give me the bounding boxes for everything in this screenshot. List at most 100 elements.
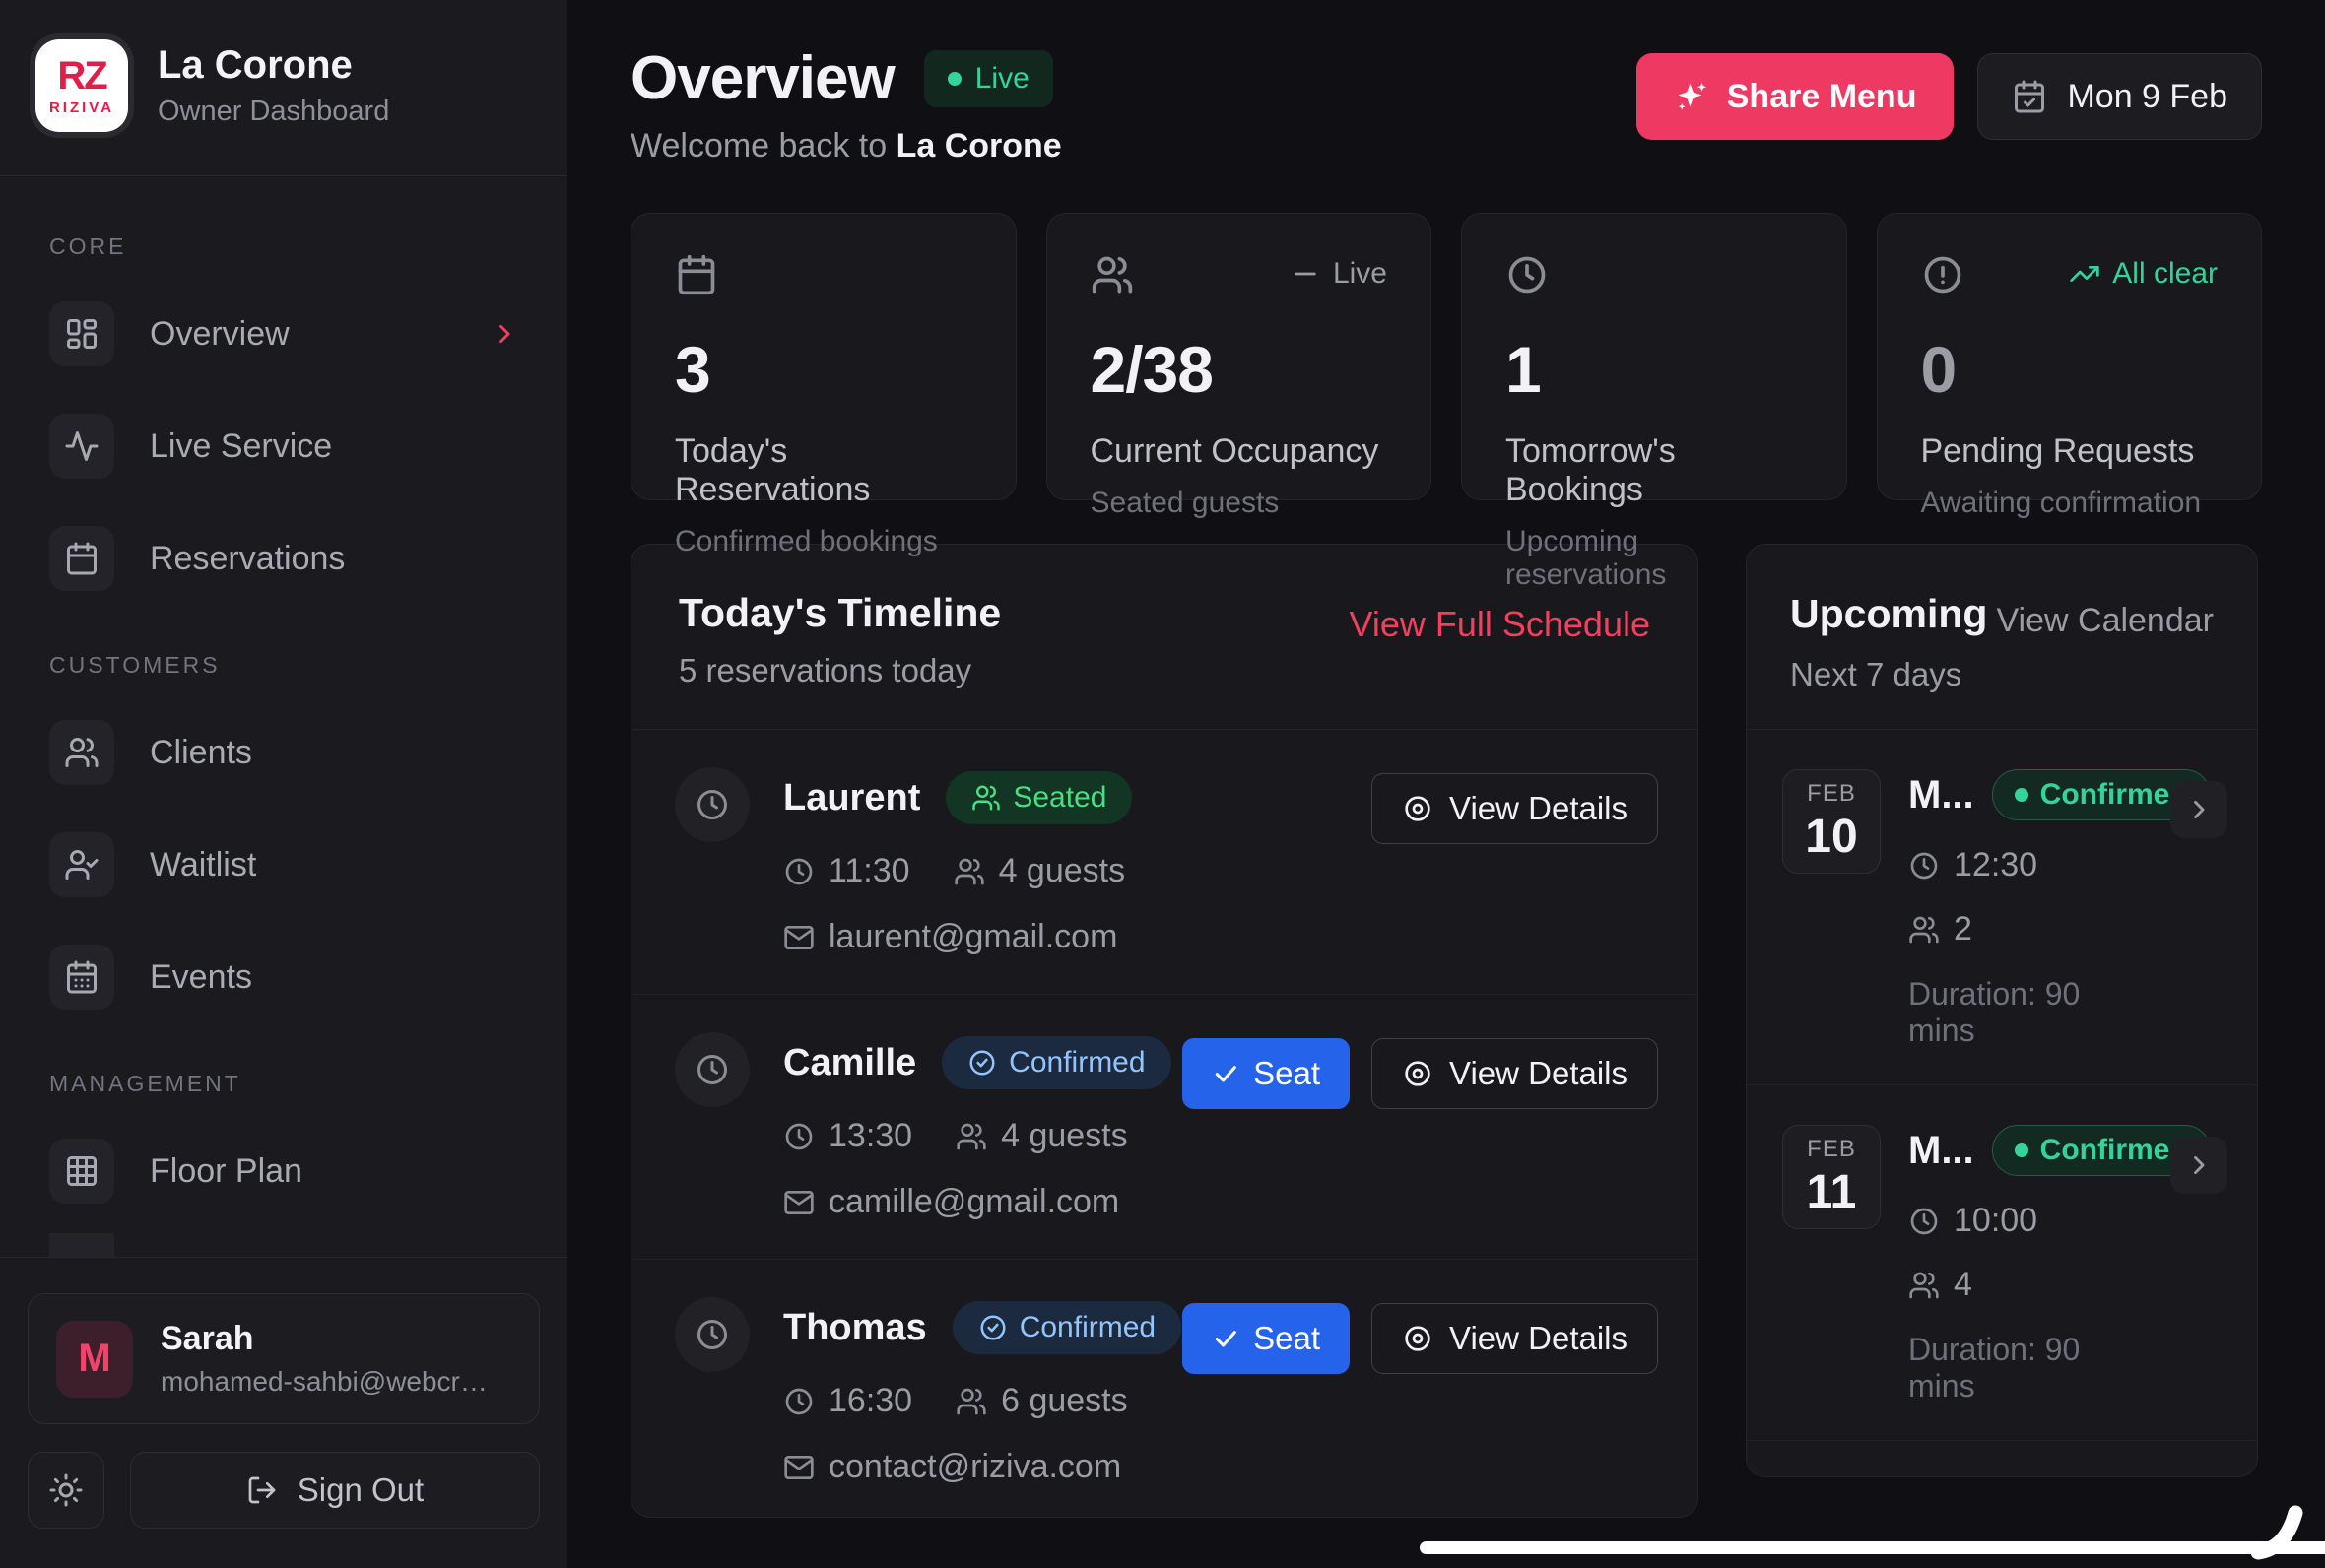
sidebar-item-clipped xyxy=(28,1233,540,1257)
calendar-days-icon xyxy=(64,959,100,995)
stat-card: 3 Today's Reservations Confirmed booking… xyxy=(631,213,1017,500)
date-day: 11 xyxy=(1807,1165,1857,1219)
sidebar-item[interactable]: Events xyxy=(28,927,540,1027)
sidebar-item-label: Live Service xyxy=(150,427,332,466)
alert-circle-icon xyxy=(1921,253,1964,296)
view-icon xyxy=(1402,1058,1433,1089)
entry-chevron-button[interactable] xyxy=(2170,781,2227,838)
stat-sublabel: Confirmed bookings xyxy=(675,525,972,558)
clock-icon xyxy=(1908,850,1940,882)
upcoming-entry: FEB 12 M... Confirmed xyxy=(1747,1441,2257,1477)
page-title: Overview xyxy=(631,43,895,113)
welcome-text: Welcome back to La Corone xyxy=(631,127,1062,165)
mail-icon xyxy=(783,1452,815,1483)
app-root: RZ RIZIVA La Corone Owner Dashboard CORE… xyxy=(0,0,2325,1568)
date-day: 10 xyxy=(1805,810,1857,864)
upcoming-entry: FEB 11 M... Confirmed xyxy=(1747,1085,2257,1441)
seat-button[interactable]: Seat xyxy=(1182,1038,1350,1109)
upcoming-entry: FEB 10 M... Confirmed xyxy=(1747,730,2257,1085)
section-label: CORE xyxy=(49,233,540,260)
stat-value: 1 xyxy=(1505,332,1803,407)
clock-icon xyxy=(695,787,730,822)
view-full-schedule-link[interactable]: View Full Schedule xyxy=(1349,604,1650,645)
sidebar-footer: M Sarah mohamed-sahbi@webcraftd... Sign … xyxy=(0,1257,567,1568)
stat-label: Tomorrow's Bookings xyxy=(1505,432,1803,509)
clock-icon xyxy=(1908,1206,1940,1237)
check-icon xyxy=(1212,1060,1239,1087)
users-icon xyxy=(956,1386,987,1417)
users-icon xyxy=(954,856,985,887)
guest-name: Camille xyxy=(783,1042,916,1084)
clock-icon xyxy=(695,1052,730,1087)
circle-check-icon xyxy=(978,1313,1008,1342)
booking-time: 10:00 xyxy=(1954,1202,2037,1240)
view-details-button[interactable]: View Details xyxy=(1371,773,1658,844)
booking-time: 12:30 xyxy=(1954,846,2037,884)
users-icon xyxy=(971,783,1001,813)
reservation-time: 11:30 xyxy=(829,852,910,890)
booking-duration: Duration: 90 mins xyxy=(1908,1332,2143,1405)
activity-icon xyxy=(64,428,100,464)
chevron-right-icon xyxy=(491,320,518,348)
horizontal-scrollbar[interactable] xyxy=(1420,1541,2325,1554)
stat-card: All clear 0 Pending Requests Awaiting co… xyxy=(1877,213,2263,500)
stat-tag: Live xyxy=(1290,257,1387,291)
booking-name: M... xyxy=(1908,773,1974,817)
date-picker-button[interactable]: Mon 9 Feb xyxy=(1977,53,2262,140)
calendar-icon xyxy=(64,541,100,576)
entry-chevron-button[interactable] xyxy=(2170,1137,2227,1194)
main-content: Overview Live Welcome back to La Corone … xyxy=(567,0,2325,1568)
view-icon xyxy=(1402,793,1433,824)
user-check-icon xyxy=(64,847,100,882)
live-dot-icon xyxy=(948,72,962,86)
date-month: FEB xyxy=(1807,780,1856,808)
nav-section-management: MANAGEMENT Floor Plan xyxy=(28,1071,540,1257)
sign-out-button[interactable]: Sign Out xyxy=(130,1452,540,1529)
sidebar-item[interactable]: Waitlist xyxy=(28,815,540,915)
logo-monogram: RZ xyxy=(57,56,105,96)
guest-email: camille@gmail.com xyxy=(829,1183,1119,1221)
guest-name: Thomas xyxy=(783,1307,927,1349)
timeline-subtitle: 5 reservations today xyxy=(679,652,1001,689)
reservation-time: 16:30 xyxy=(829,1382,912,1420)
timeline-row: Thomas Confirmed 16:30 6 guests xyxy=(631,1260,1697,1518)
trending-up-icon xyxy=(2069,258,2100,290)
sidebar-item-label: Overview xyxy=(150,315,290,354)
sidebar-item[interactable]: Overview xyxy=(28,284,540,384)
sidebar-item[interactable]: Reservations xyxy=(28,508,540,609)
seat-button[interactable]: Seat xyxy=(1182,1303,1350,1374)
stat-value: 3 xyxy=(675,332,972,407)
stat-label: Today's Reservations xyxy=(675,432,972,509)
sidebar-item[interactable]: Clients xyxy=(28,702,540,803)
riziva-logo: RZ RIZIVA xyxy=(35,39,128,132)
share-menu-button[interactable]: Share Menu xyxy=(1636,53,1955,140)
date-box: FEB 11 xyxy=(1782,1125,1881,1229)
chevron-right-icon xyxy=(2185,796,2213,823)
view-calendar-link[interactable]: View Calendar xyxy=(1996,602,2214,640)
nav-section-core: CORE Overview Live Service R xyxy=(28,233,540,609)
users-icon xyxy=(1908,914,1940,946)
view-details-button[interactable]: View Details xyxy=(1371,1303,1658,1374)
timeline-panel: Today's Timeline 5 reservations today Vi… xyxy=(631,544,1698,1518)
log-out-icon xyxy=(246,1474,278,1506)
clock-icon xyxy=(783,856,815,887)
status-dot-icon xyxy=(2015,788,2028,802)
guest-count: 6 guests xyxy=(1001,1382,1128,1420)
user-card[interactable]: M Sarah mohamed-sahbi@webcraftd... xyxy=(28,1293,540,1424)
sidebar-item[interactable]: Live Service xyxy=(28,396,540,496)
view-details-button[interactable]: View Details xyxy=(1371,1038,1658,1109)
mail-icon xyxy=(783,922,815,953)
stat-sublabel: Awaiting confirmation xyxy=(1921,487,2219,520)
booking-name: M... xyxy=(1908,1129,1974,1173)
grid-icon xyxy=(64,1153,100,1189)
status-badge: Confirmed xyxy=(953,1301,1181,1354)
theme-toggle-button[interactable] xyxy=(28,1452,104,1529)
stat-value: 0 xyxy=(1921,332,2219,407)
sparkles-icon xyxy=(1674,79,1709,114)
users-icon xyxy=(64,735,100,770)
layout-dashboard-icon xyxy=(64,316,100,352)
clock-icon xyxy=(1505,253,1549,296)
stat-sublabel: Seated guests xyxy=(1091,487,1388,520)
guest-email: laurent@gmail.com xyxy=(829,918,1117,956)
sidebar-item[interactable]: Floor Plan xyxy=(28,1121,540,1221)
